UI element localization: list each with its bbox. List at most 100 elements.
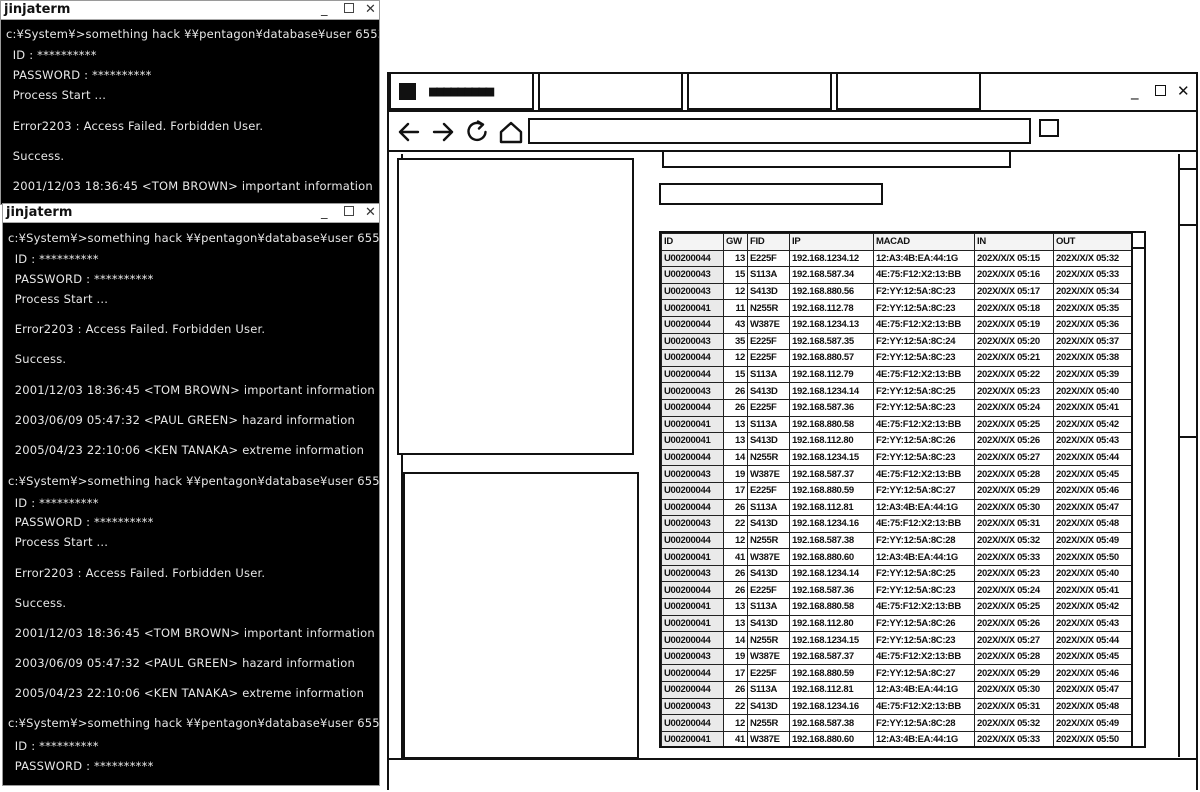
content-panel-top: [397, 158, 634, 455]
cell-in: 202X/X/X 05:33: [974, 730, 1054, 746]
cell-in: 202X/X/X 05:27: [974, 631, 1054, 649]
reload-icon[interactable]: [465, 120, 491, 144]
cell-ip: 192.168.1234.14: [789, 564, 874, 583]
terminal-line: Success.: [5, 149, 65, 163]
table-scrollbar[interactable]: [1131, 233, 1144, 746]
cell-macad: F2:YY:12:5A:8C:24: [873, 332, 975, 351]
table-row[interactable]: U00200043 19 W387E 192.168.587.37 4E:75:F12:…: [661, 647, 1132, 666]
cell-ip: 192.168.880.58: [789, 598, 874, 616]
table-row[interactable]: U00200044 17 E225F 192.168.880.59 F2:YY:12:5…: [661, 481, 1132, 500]
table-row[interactable]: U00200043 22 S413D 192.168.1234.16 4E:75:F12…: [661, 515, 1132, 533]
content-panel-bottom: [403, 472, 639, 759]
table-row[interactable]: U00200041 13 S113A 192.168.880.58 4E:75:F12:…: [661, 415, 1132, 434]
browser-tab[interactable]: [538, 74, 683, 110]
page-content: ID GW FID IP MACAD IN OUT U00200044 13 E22…: [389, 152, 1198, 759]
back-arrow-icon[interactable]: [396, 120, 422, 144]
table-row[interactable]: U00200041 13 S113A 192.168.880.58 4E:75:F12:…: [661, 598, 1132, 616]
browser-tab-active[interactable]: ■■■■■■■■■: [389, 74, 534, 110]
address-bar[interactable]: [528, 118, 1031, 144]
column-header-fid[interactable]: FID: [747, 233, 790, 251]
table-row[interactable]: U00200041 13 S413D 192.168.112.80 F2:YY:12:5…: [661, 432, 1132, 450]
close-button[interactable]: ✕: [365, 2, 376, 18]
table-row[interactable]: U00200043 26 S413D 192.168.1234.14 F2:YY:12:…: [661, 382, 1132, 400]
column-header-ip[interactable]: IP: [789, 233, 874, 251]
browser-tab[interactable]: [836, 74, 981, 110]
table-row[interactable]: U00200043 26 S413D 192.168.1234.14 F2:YY:12:…: [661, 564, 1132, 583]
cell-macad: F2:YY:12:5A:8C:23: [873, 299, 975, 317]
cell-fid: E225F: [747, 249, 790, 268]
table-row[interactable]: U00200044 14 N255R 192.168.1234.15 F2:YY:12:…: [661, 448, 1132, 467]
cell-id: U00200041: [661, 598, 724, 616]
terminal-line: ID : **********: [7, 496, 99, 510]
scrollbar-track[interactable]: [1180, 226, 1198, 438]
column-header-out[interactable]: OUT: [1053, 233, 1132, 251]
browser-tab[interactable]: [687, 74, 832, 110]
cell-out: 202X/X/X 05:50: [1053, 548, 1132, 566]
cell-gw: 35: [723, 332, 748, 351]
cell-fid: N255R: [747, 714, 790, 732]
page-scrollbar[interactable]: [1178, 154, 1198, 757]
table-row[interactable]: U00200044 26 S113A 192.168.112.81 12:A3:4B:E…: [661, 498, 1132, 517]
close-button[interactable]: ✕: [1177, 82, 1190, 100]
table-row[interactable]: U00200041 11 N255R 192.168.112.78 F2:YY:12:5…: [661, 299, 1132, 317]
cell-gw: 41: [723, 548, 748, 566]
scrollbar-thumb[interactable]: [1180, 170, 1198, 226]
table-row[interactable]: U00200043 35 E225F 192.168.587.35 F2:YY:12:5…: [661, 332, 1132, 351]
cell-out: 202X/X/X 05:41: [1053, 581, 1132, 600]
terminal-line: Error2203 : Access Failed. Forbidden Use…: [7, 322, 266, 336]
cell-gw: 13: [723, 249, 748, 268]
table-row[interactable]: U00200044 26 E225F 192.168.587.36 F2:YY:12:5…: [661, 581, 1132, 600]
maximize-button[interactable]: [344, 205, 354, 221]
menu-button[interactable]: [1039, 119, 1059, 137]
column-header-in[interactable]: IN: [974, 233, 1054, 251]
cell-out: 202X/X/X 05:50: [1053, 730, 1132, 746]
table-row[interactable]: U00200044 43 W387E 192.168.1234.13 4E:75:F12…: [661, 315, 1132, 334]
cell-id: U00200043: [661, 332, 724, 351]
terminal-line: Error2203 : Access Failed. Forbidden Use…: [5, 119, 264, 133]
table-row[interactable]: U00200041 41 W387E 192.168.880.60 12:A3:4B:E…: [661, 548, 1132, 566]
table-row[interactable]: U00200044 15 S113A 192.168.112.79 4E:75:F12:…: [661, 365, 1132, 384]
scrollbar-up-button[interactable]: [1180, 154, 1198, 170]
cell-ip: 192.168.880.60: [789, 548, 874, 566]
cell-macad: 4E:75:F12:X2:13:BB: [873, 598, 975, 616]
maximize-button[interactable]: [344, 2, 354, 18]
table-row[interactable]: U00200041 13 S413D 192.168.112.80 F2:YY:12:5…: [661, 614, 1132, 633]
cell-id: U00200041: [661, 299, 724, 317]
maximize-button[interactable]: [1155, 82, 1166, 100]
table-row[interactable]: U00200043 22 S413D 192.168.1234.16 4E:75:F12…: [661, 697, 1132, 716]
table-row[interactable]: U00200044 26 E225F 192.168.587.36 F2:YY:12:5…: [661, 398, 1132, 417]
cell-in: 202X/X/X 05:16: [974, 266, 1054, 284]
table-row[interactable]: U00200041 41 W387E 192.168.880.60 12:A3:4B:E…: [661, 730, 1132, 746]
cell-fid: N255R: [747, 299, 790, 317]
close-button[interactable]: ✕: [365, 205, 376, 221]
cell-id: U00200043: [661, 515, 724, 533]
terminal-title: jinjaterm: [6, 205, 73, 220]
cell-in: 202X/X/X 05:18: [974, 299, 1054, 317]
home-icon[interactable]: [498, 120, 524, 144]
forward-arrow-icon[interactable]: [430, 120, 456, 144]
table-row[interactable]: U00200044 13 E225F 192.168.1234.12 12:A3:4B:…: [661, 249, 1132, 268]
table-row[interactable]: U00200044 17 E225F 192.168.880.59 F2:YY:12:5…: [661, 664, 1132, 683]
minimize-button[interactable]: _: [321, 205, 328, 221]
data-table: ID GW FID IP MACAD IN OUT U00200044 13 E22…: [659, 231, 1146, 748]
cell-out: 202X/X/X 05:47: [1053, 681, 1132, 699]
table-row[interactable]: U00200044 12 N255R 192.168.587.38 F2:YY:12:5…: [661, 531, 1132, 550]
minimize-button[interactable]: _: [321, 2, 328, 18]
cell-id: U00200041: [661, 432, 724, 450]
column-header-macad[interactable]: MACAD: [873, 233, 975, 251]
table-row[interactable]: U00200044 12 N255R 192.168.587.38 F2:YY:12:5…: [661, 714, 1132, 732]
cell-macad: F2:YY:12:5A:8C:27: [873, 481, 975, 500]
table-row[interactable]: U00200044 26 S113A 192.168.112.81 12:A3:4B:E…: [661, 681, 1132, 699]
cell-fid: E225F: [747, 581, 790, 600]
minimize-button[interactable]: _: [1131, 82, 1139, 100]
cell-macad: F2:YY:12:5A:8C:28: [873, 531, 975, 550]
table-row[interactable]: U00200044 12 E225F 192.168.880.57 F2:YY:12:5…: [661, 349, 1132, 367]
column-header-gw[interactable]: GW: [723, 233, 748, 251]
column-header-id[interactable]: ID: [661, 233, 724, 251]
cell-ip: 192.168.112.80: [789, 432, 874, 450]
table-row[interactable]: U00200043 12 S413D 192.168.880.56 F2:YY:12:5…: [661, 282, 1132, 301]
table-row[interactable]: U00200043 19 W387E 192.168.587.37 4E:75:F12:…: [661, 465, 1132, 483]
table-row[interactable]: U00200043 15 S113A 192.168.587.34 4E:75:F12:…: [661, 266, 1132, 284]
cell-in: 202X/X/X 05:32: [974, 714, 1054, 732]
table-row[interactable]: U00200044 14 N255R 192.168.1234.15 F2:YY:12:…: [661, 631, 1132, 649]
